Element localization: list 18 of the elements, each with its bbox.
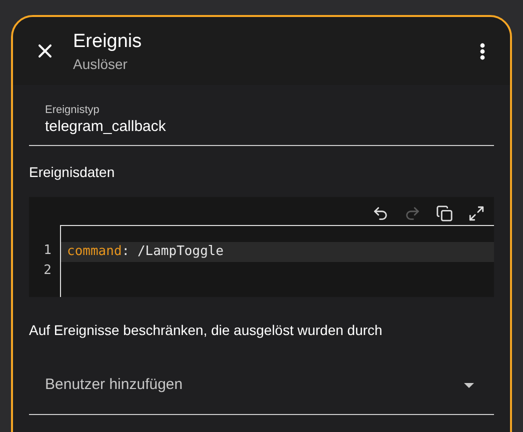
copy-icon: [436, 204, 452, 222]
user-select[interactable]: Benutzer hinzufügen: [29, 357, 494, 415]
undo-icon: [372, 204, 388, 222]
expand-icon: [468, 204, 484, 222]
copy-button[interactable]: [434, 203, 454, 223]
line-number: 2: [42, 262, 52, 280]
redo-icon: [404, 204, 420, 222]
dropdown-caret-icon: [464, 383, 474, 388]
dialog-title: Ereignis: [73, 30, 143, 54]
line-number: 1: [42, 242, 52, 260]
more-icon: [480, 42, 484, 60]
event-type-field[interactable]: Ereignistyp telegram_callback: [29, 103, 494, 146]
field-value: telegram_callback: [45, 117, 167, 137]
section-label: Auf Ereignisse beschränken, die ausgelöst wurden durch: [29, 321, 384, 339]
section-label: Ereignisdaten: [29, 163, 116, 181]
field-label: Ereignistyp: [45, 103, 100, 117]
dialog-subtitle: Auslöser: [73, 55, 128, 73]
select-placeholder: Benutzer hinzufügen: [45, 375, 183, 396]
